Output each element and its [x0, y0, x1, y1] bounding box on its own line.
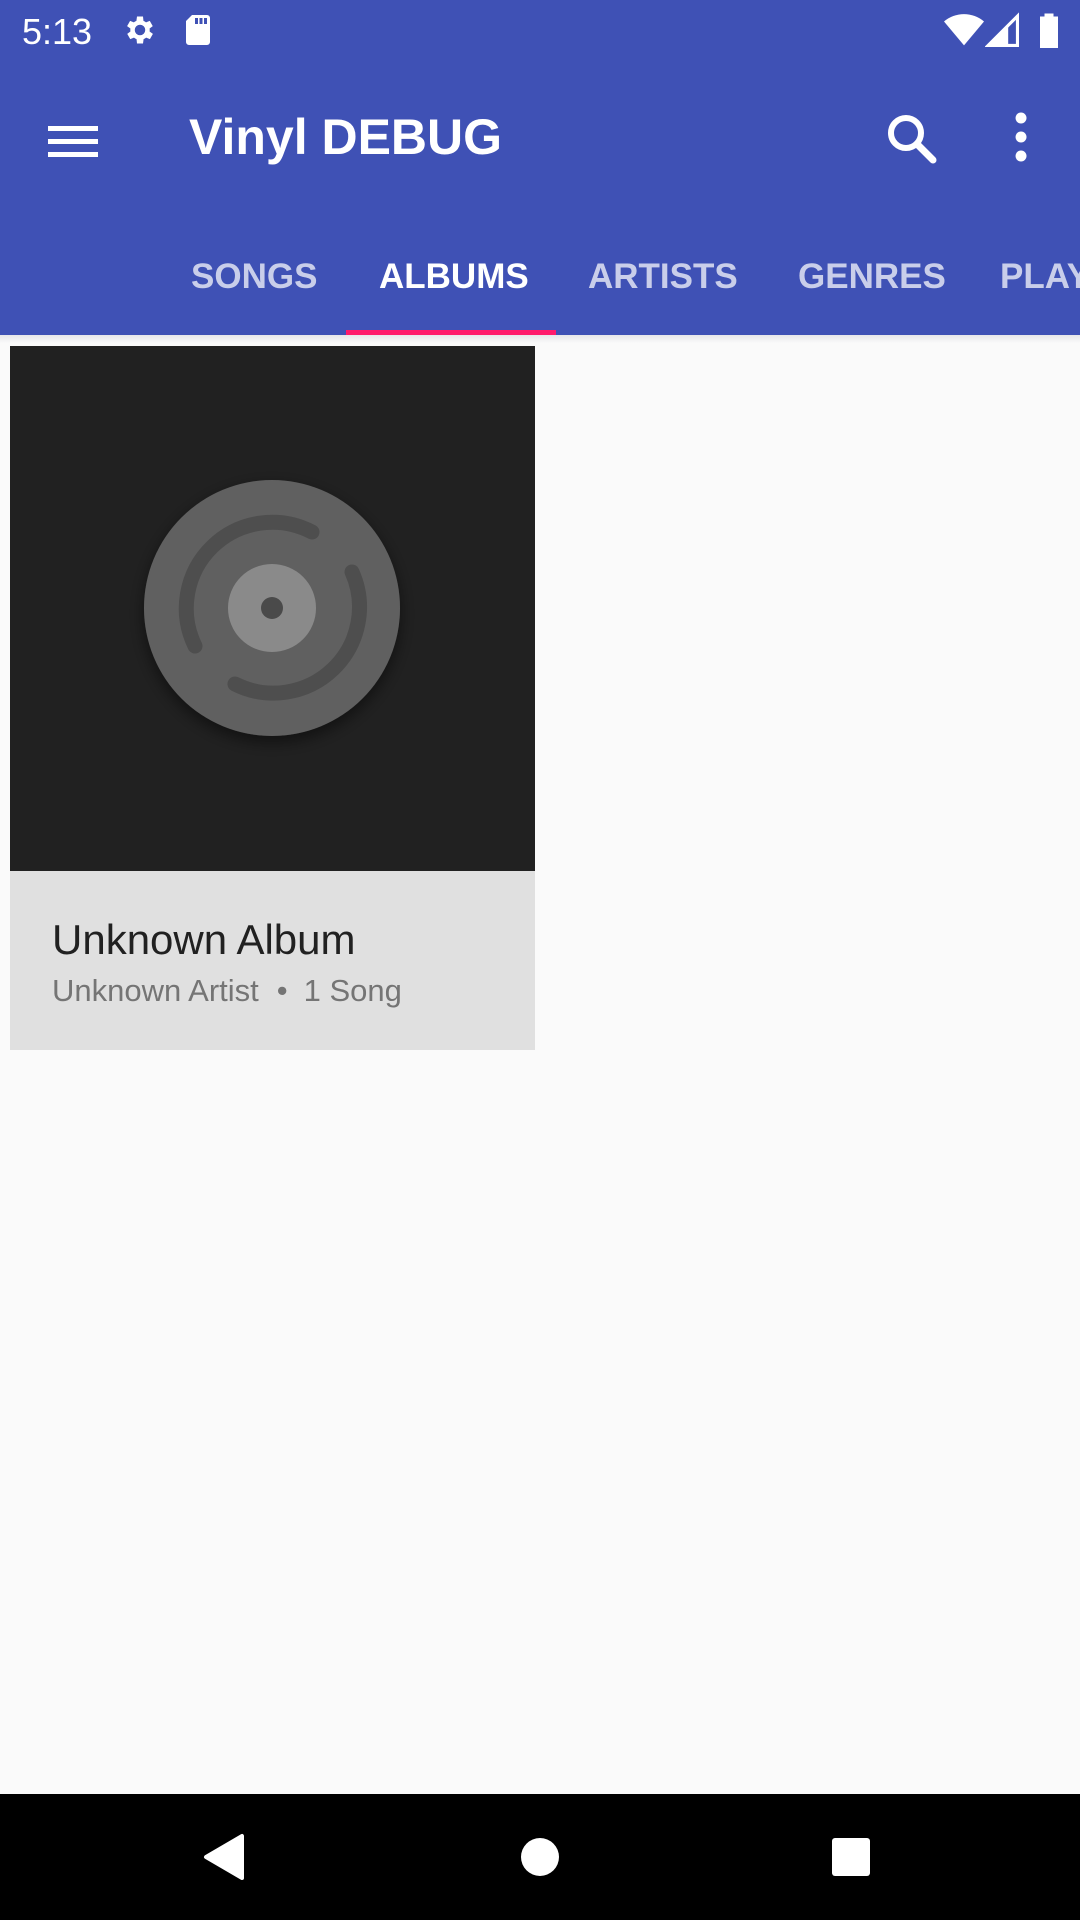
tab-genres[interactable]: GENRES: [798, 253, 946, 301]
tab-albums[interactable]: ALBUMS: [379, 253, 529, 301]
screen: 5:13 Vinyl DEBUG SONGS ALBUMS ARTISTS GE…: [0, 0, 1080, 1920]
recents-icon: [808, 1814, 894, 1900]
back-icon: [182, 1814, 268, 1900]
menu-icon: [40, 126, 106, 178]
album-subtitle: Unknown Artist • 1 Song: [52, 969, 402, 1013]
album-song-count: 1 Song: [303, 973, 402, 1008]
more-vert-icon: [985, 112, 1057, 179]
app-title: Vinyl DEBUG: [189, 109, 503, 165]
settings-icon: [122, 12, 158, 48]
wifi-icon: [944, 12, 984, 48]
tab-artists[interactable]: ARTISTS: [588, 253, 738, 301]
home-icon: [497, 1814, 583, 1900]
album-artist: Unknown Artist: [52, 973, 259, 1008]
app-bar: Vinyl DEBUG: [0, 63, 1080, 211]
status-bar: 5:13: [0, 0, 1080, 63]
home-button[interactable]: [497, 1814, 583, 1900]
search-button[interactable]: [876, 103, 948, 175]
cell-signal-icon: [985, 12, 1019, 48]
tab-playlists[interactable]: PLAYLISTS: [1000, 253, 1080, 301]
back-button[interactable]: [182, 1814, 268, 1900]
status-time: 5:13: [22, 11, 93, 52]
more-options-button[interactable]: [985, 103, 1057, 175]
tab-bar: SONGS ALBUMS ARTISTS GENRES PLAYLISTS: [0, 211, 1080, 335]
tab-songs[interactable]: SONGS: [191, 253, 317, 301]
navigation-bar: [0, 1794, 1080, 1920]
album-card[interactable]: Unknown Album Unknown Artist • 1 Song: [10, 346, 535, 1050]
battery-icon: [1038, 12, 1060, 48]
recents-button[interactable]: [808, 1814, 894, 1900]
sd-card-icon: [182, 12, 214, 48]
album-art: [10, 346, 535, 871]
separator-dot: •: [276, 973, 288, 1008]
tab-bar-shadow: [0, 335, 1080, 343]
menu-button[interactable]: [40, 108, 106, 174]
album-title: Unknown Album: [52, 916, 356, 963]
search-icon: [876, 115, 948, 179]
